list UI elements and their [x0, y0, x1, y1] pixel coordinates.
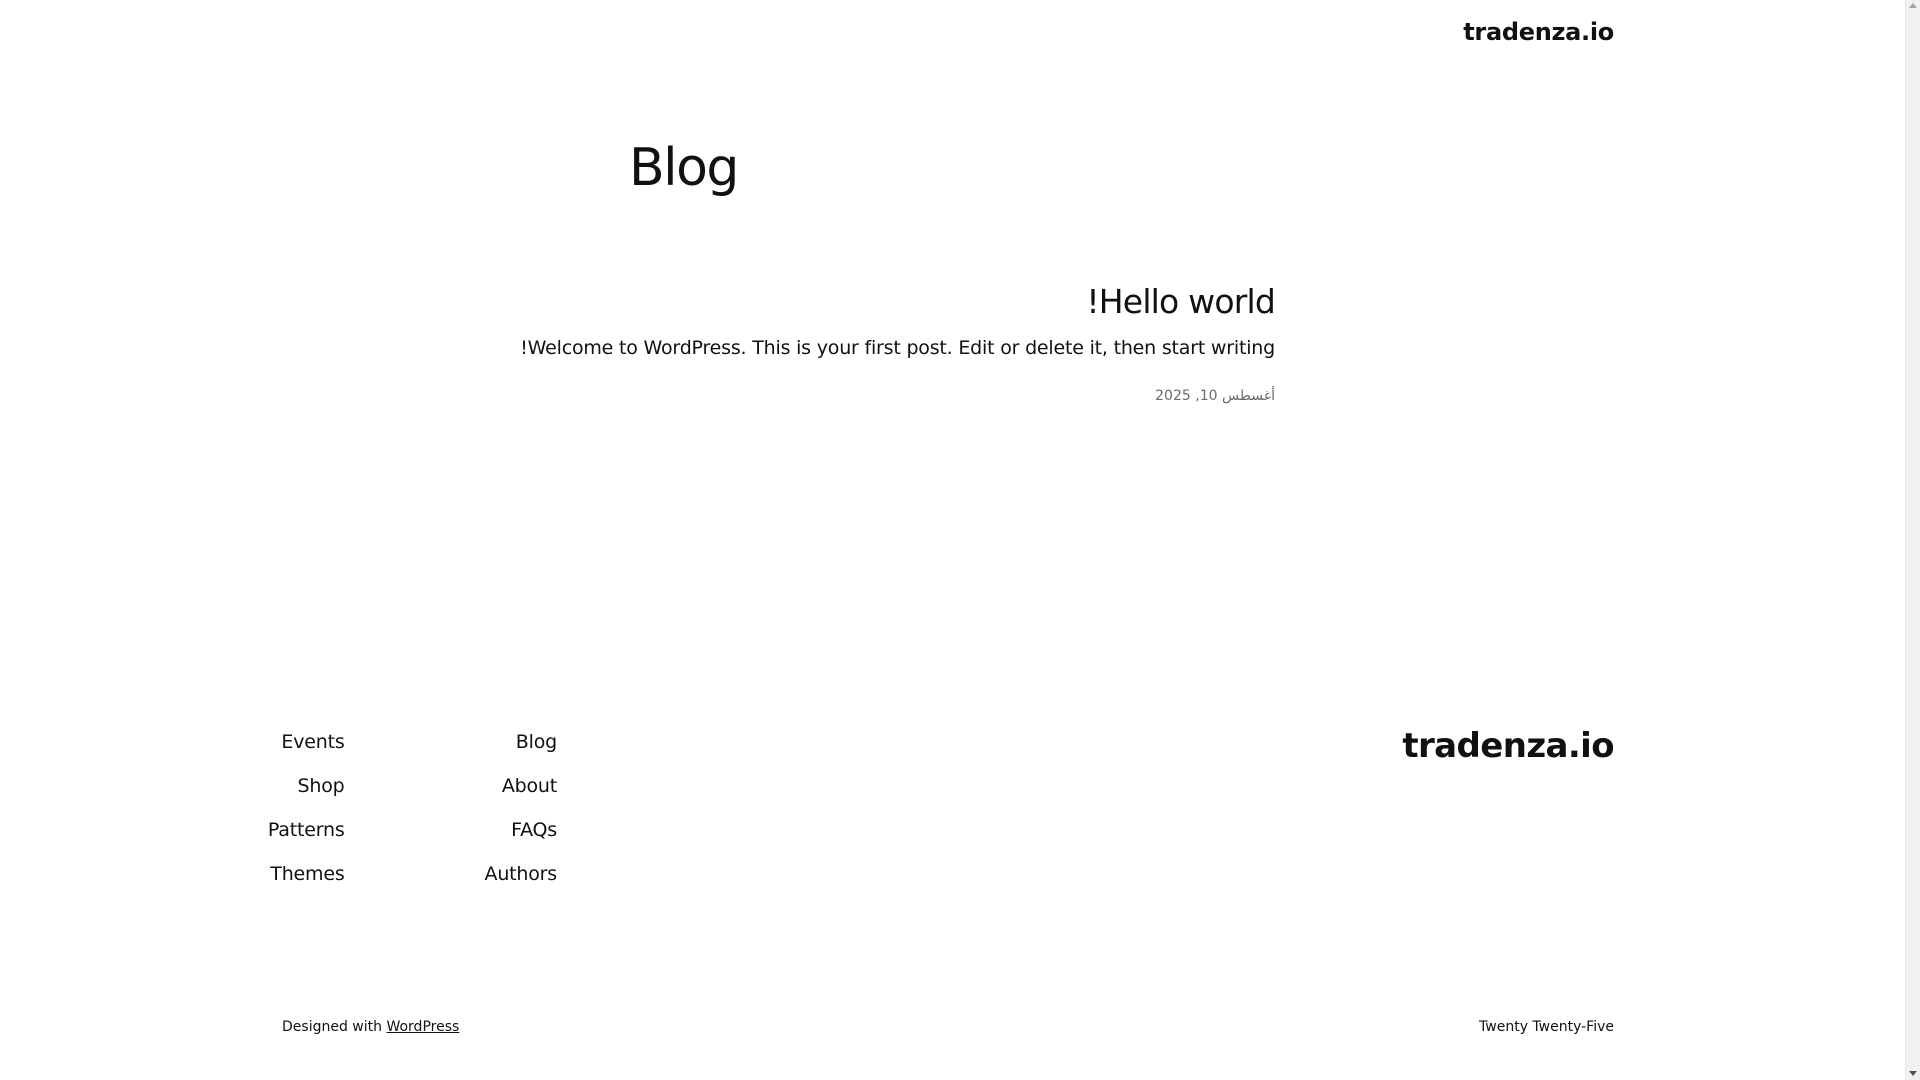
post-item: Hello world! Welcome to WordPress. This …	[520, 280, 1276, 406]
page-title: Blog	[629, 138, 739, 198]
footer-link-faqs[interactable]: FAQs	[511, 817, 557, 843]
footer-nav-column-2: Events Shop Patterns Themes	[268, 729, 345, 887]
viewport: tradenza.io Blog Hello world! Welcome to…	[0, 0, 1905, 1080]
footer-link-blog[interactable]: Blog	[516, 729, 557, 755]
footer-site-title-link[interactable]: tradenza.io	[1402, 726, 1614, 766]
header-site-title-link[interactable]: tradenza.io	[1463, 18, 1614, 46]
footer-link-shop[interactable]: Shop	[298, 773, 345, 799]
footer-link-about[interactable]: About	[502, 773, 557, 799]
footer-credit: Designed with WordPress	[282, 1019, 459, 1035]
footer-link-themes[interactable]: Themes	[270, 861, 344, 887]
footer-link-patterns[interactable]: Patterns	[268, 817, 345, 843]
scroll-down-arrow-icon[interactable]	[1909, 1071, 1917, 1076]
footer-nav-column-1: Blog About FAQs Authors	[485, 729, 558, 887]
footer-link-events[interactable]: Events	[281, 729, 344, 755]
post-excerpt: Welcome to WordPress. This is your first…	[520, 337, 1275, 359]
wordpress-link[interactable]: WordPress	[386, 1019, 459, 1035]
vertical-scrollbar[interactable]	[1905, 0, 1920, 1080]
footer-navigation: Blog About FAQs Authors Events Shop Patt…	[268, 729, 557, 887]
page: tradenza.io Blog Hello world! Welcome to…	[0, 0, 1920, 1080]
theme-credit: Twenty Twenty-Five	[1479, 1019, 1614, 1035]
scroll-up-arrow-icon[interactable]	[1909, 3, 1917, 8]
post-title-link[interactable]: Hello world!	[629, 280, 1275, 324]
footer-link-authors[interactable]: Authors	[485, 861, 558, 887]
post-date: أغسطس 10, 2025	[1155, 388, 1275, 404]
credit-prefix: Designed with	[282, 1019, 387, 1035]
